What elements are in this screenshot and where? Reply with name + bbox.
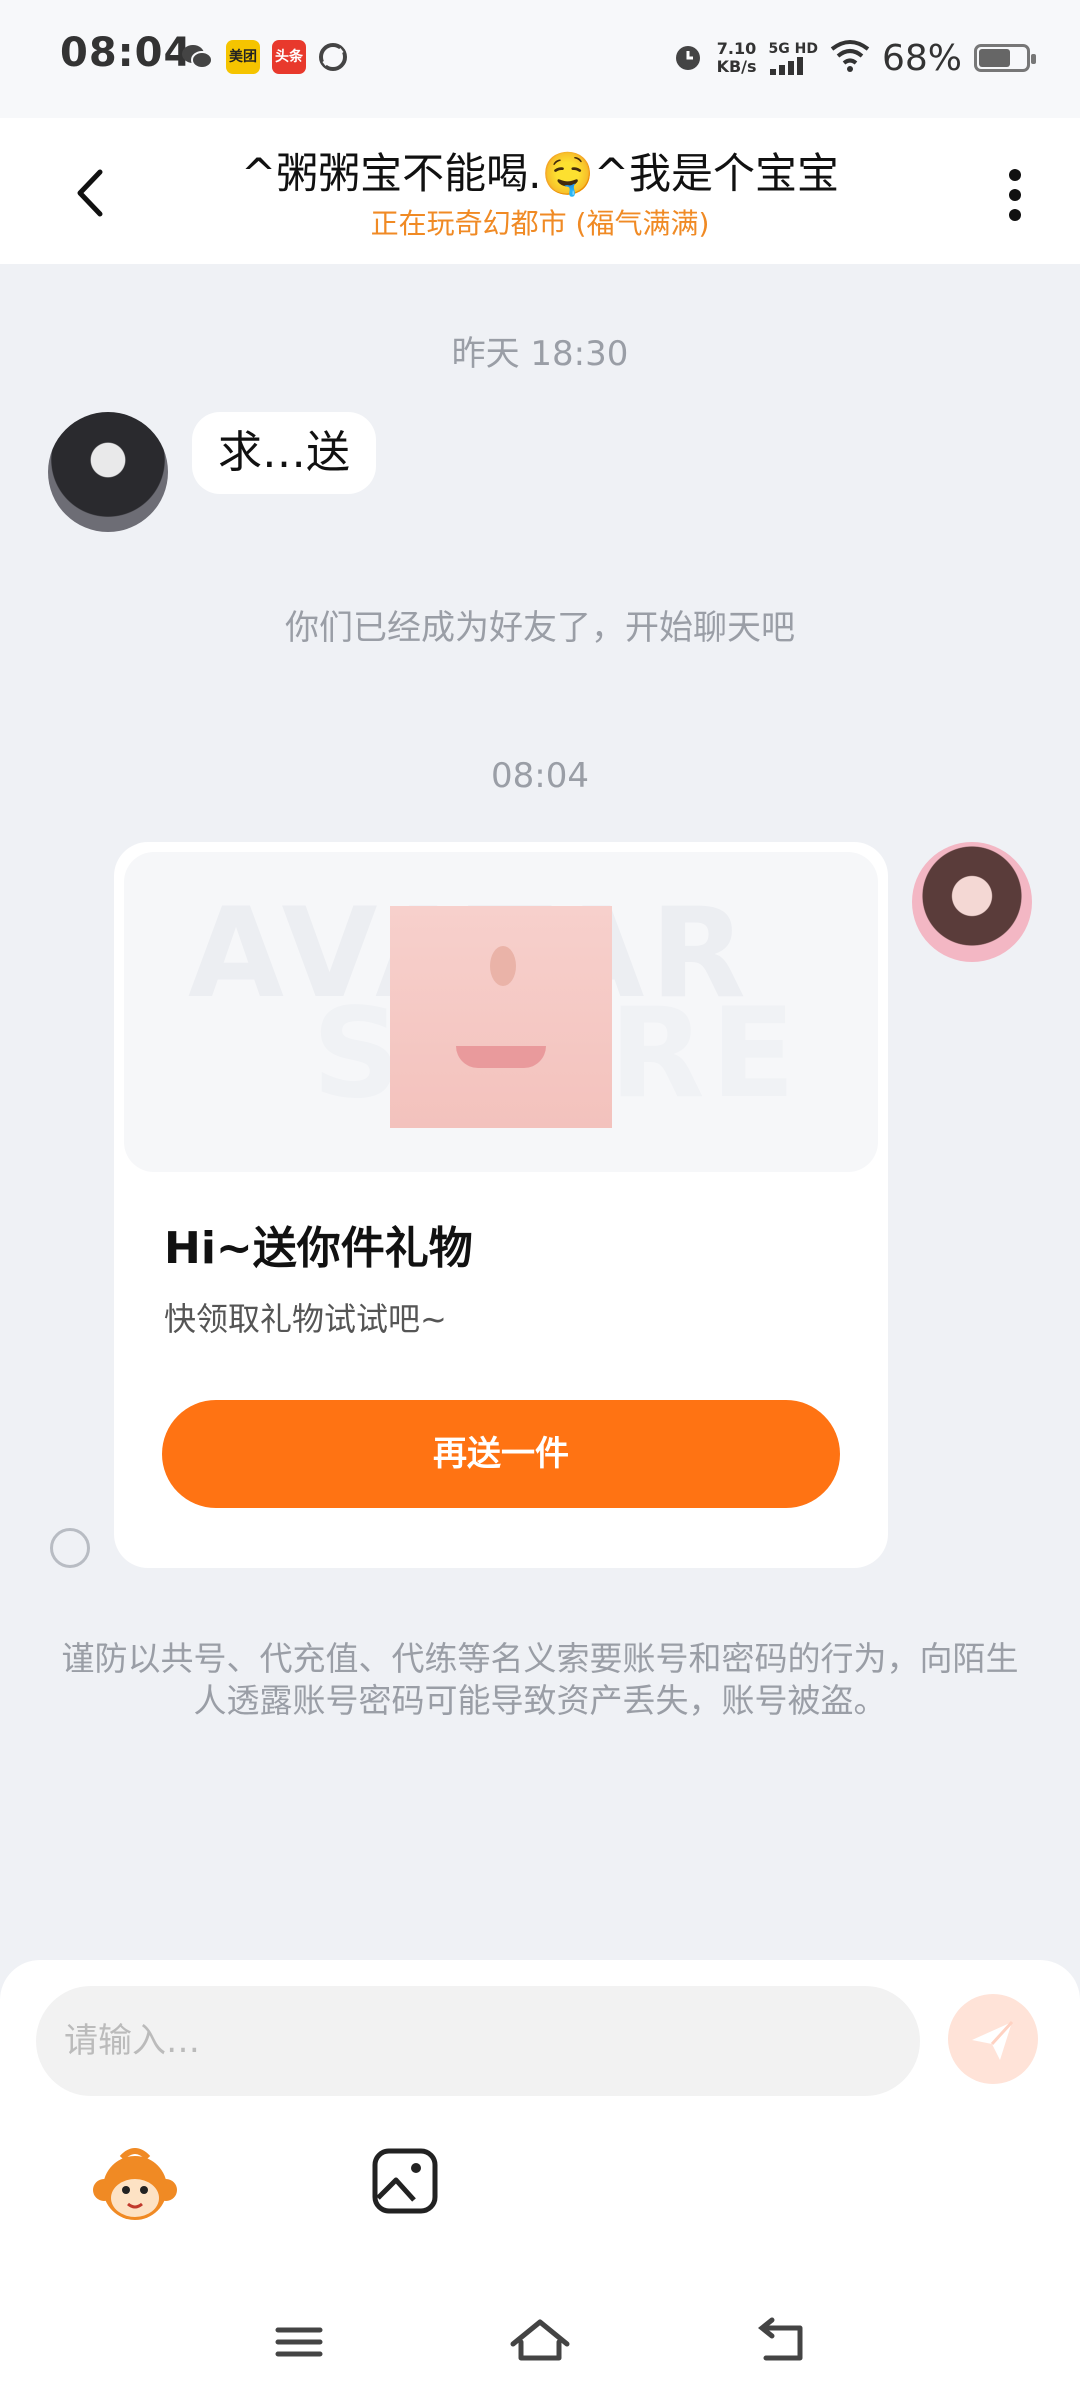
toutiao-icon: 头条 bbox=[272, 40, 306, 74]
gift-card[interactable]: AVATAR STORE Hi~送你件礼物 快领取礼物试试吧~ 再送一件 bbox=[114, 842, 888, 1568]
gift-description: 快领取礼物试试吧~ bbox=[164, 1300, 447, 1338]
select-checkbox[interactable] bbox=[50, 1528, 90, 1568]
speed-unit: KB/s bbox=[716, 57, 757, 76]
network-speed: 7.10 KB/s bbox=[717, 40, 757, 76]
system-notice: 你们已经成为好友了，开始聊天吧 bbox=[285, 608, 795, 648]
menu-nav-button[interactable] bbox=[264, 2312, 334, 2372]
home-nav-button[interactable] bbox=[505, 2312, 575, 2372]
chat-status: 正在玩奇幻都市 (福气满满) bbox=[370, 207, 710, 240]
message-bubble[interactable]: 求…送 bbox=[192, 412, 376, 494]
monkey-emoji-button[interactable] bbox=[90, 2142, 180, 2232]
face-mouth bbox=[456, 1046, 546, 1068]
gift-image: AVATAR STORE bbox=[124, 852, 878, 1172]
meituan-icon: 美团 bbox=[226, 40, 260, 74]
back-button[interactable] bbox=[60, 158, 130, 228]
my-avatar[interactable] bbox=[912, 842, 1032, 962]
face-nose bbox=[490, 946, 516, 986]
back-arrow-icon bbox=[757, 2317, 803, 2361]
wechat-icon bbox=[180, 40, 214, 74]
send-icon bbox=[972, 2020, 1014, 2060]
chevron-left-icon bbox=[77, 169, 103, 217]
message-timestamp-2: 08:04 bbox=[491, 756, 589, 796]
battery-icon bbox=[974, 44, 1036, 72]
more-button[interactable] bbox=[990, 160, 1040, 230]
network-type: 5G HD bbox=[768, 41, 818, 57]
status-bar: 08:04 美团 头条 7.10 KB/s 5G HD 68% bbox=[0, 0, 1080, 118]
gift-title: Hi~送你件礼物 bbox=[164, 1223, 473, 1274]
security-warning: 谨防以共号、代充值、代练等名义索要账号和密码的行为，向陌生人透露账号密码可能导致… bbox=[61, 1639, 1019, 1720]
signal-5g: 5G HD bbox=[769, 41, 818, 75]
image-button[interactable] bbox=[370, 2146, 440, 2216]
gift-face-image bbox=[390, 906, 612, 1128]
friend-avatar[interactable] bbox=[48, 412, 168, 532]
alarm-icon bbox=[671, 39, 705, 77]
message-input[interactable]: 请输入… bbox=[36, 1986, 920, 2096]
status-time: 08:04 bbox=[60, 30, 193, 76]
image-icon bbox=[372, 2148, 438, 2214]
message-timestamp: 昨天 18:30 bbox=[451, 334, 629, 374]
send-button[interactable] bbox=[948, 1994, 1038, 2084]
more-vertical-icon bbox=[1009, 169, 1021, 221]
loop-icon bbox=[316, 40, 350, 74]
battery-fill bbox=[979, 49, 1010, 67]
send-again-button[interactable]: 再送一件 bbox=[162, 1400, 840, 1508]
input-panel: 请输入… bbox=[0, 1960, 1080, 2400]
chat-title: ^粥粥宝不能喝.🤤^我是个宝宝 bbox=[240, 149, 840, 198]
speed-value: 7.10 bbox=[716, 39, 757, 58]
home-icon bbox=[510, 2319, 570, 2361]
chat-header: ^粥粥宝不能喝.🤤^我是个宝宝 正在玩奇幻都市 (福气满满) bbox=[0, 118, 1080, 264]
back-nav-button[interactable] bbox=[748, 2312, 818, 2372]
status-right: 7.10 KB/s 5G HD 68% bbox=[671, 30, 1036, 86]
chat-area[interactable]: 昨天 18:30 求…送 你们已经成为好友了，开始聊天吧 08:04 AVATA… bbox=[0, 264, 1080, 1964]
monkey-icon bbox=[93, 2148, 177, 2220]
menu-icon bbox=[275, 2327, 323, 2357]
system-nav-bar bbox=[0, 2290, 1080, 2400]
signal-icon bbox=[769, 57, 803, 75]
battery-percent: 68% bbox=[881, 37, 962, 79]
wifi-icon bbox=[830, 39, 870, 77]
